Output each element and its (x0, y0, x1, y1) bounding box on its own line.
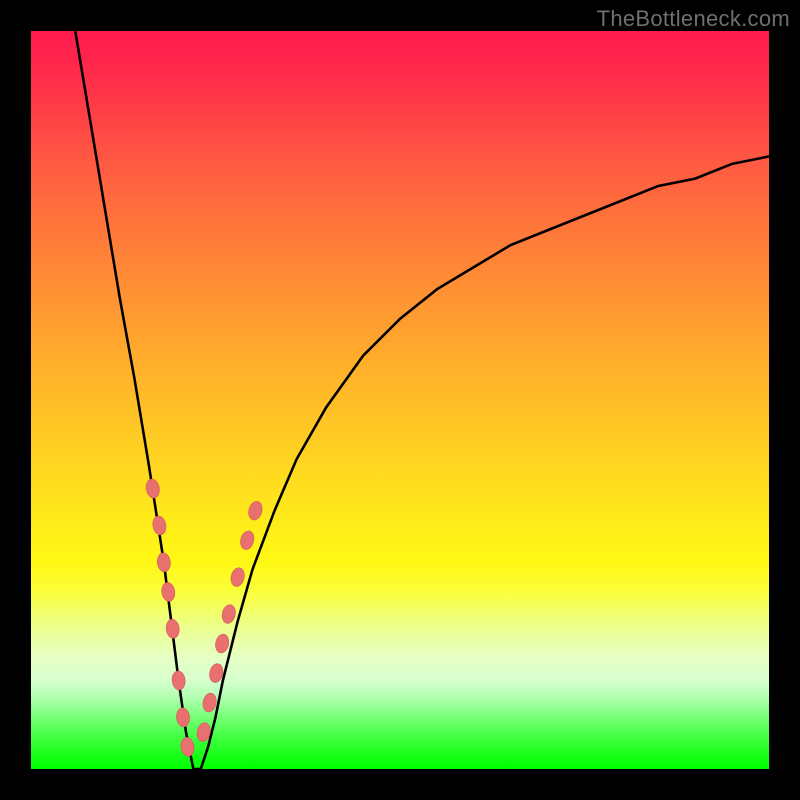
curve-marker (247, 500, 265, 522)
curve-marker (165, 619, 180, 639)
curve-marker (180, 737, 196, 758)
plot-area (31, 31, 769, 769)
watermark-text: TheBottleneck.com (597, 6, 790, 32)
curve-layer (31, 31, 769, 769)
curve-markers (145, 478, 264, 757)
curve-marker (145, 478, 161, 499)
curve-marker (156, 552, 171, 572)
curve-marker (151, 515, 167, 536)
bottleneck-curve (75, 31, 769, 769)
curve-marker (220, 603, 237, 624)
curve-marker (201, 692, 217, 713)
curve-marker (171, 670, 186, 690)
curve-marker (239, 529, 256, 551)
curve-marker (175, 707, 190, 727)
chart-frame: TheBottleneck.com (0, 0, 800, 800)
curve-marker (160, 582, 176, 603)
curve-marker (229, 566, 246, 588)
curve-marker (214, 633, 230, 654)
